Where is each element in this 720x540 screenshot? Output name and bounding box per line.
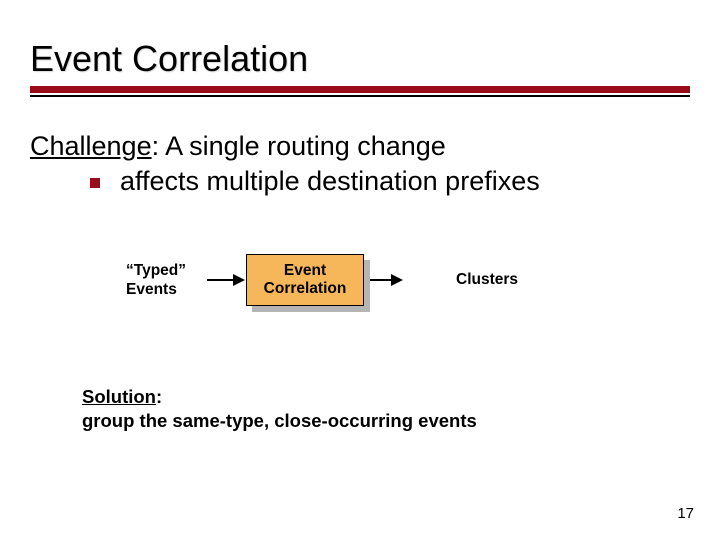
challenge-label: Challenge	[30, 131, 152, 161]
arrow-right-icon	[391, 274, 403, 286]
ec-box-l1: Event	[284, 262, 326, 279]
rule-thick	[30, 86, 690, 93]
slide-title: Event Correlation	[30, 38, 690, 80]
diagram: “Typed” Events Event Correlation	[126, 237, 684, 323]
title-block: Event Correlation	[30, 38, 690, 97]
solution-label: Solution	[82, 386, 156, 407]
typed-events-label: “Typed” Events	[126, 261, 206, 300]
event-correlation-box: Event Correlation	[246, 254, 364, 306]
slide: Event Correlation Challenge: A single ro…	[0, 0, 720, 540]
ec-box-l2: Correlation	[264, 280, 347, 297]
challenge-sub-line: affects multiple destination prefixes	[30, 166, 684, 197]
arrow-right	[364, 274, 404, 286]
arrow-line-icon	[207, 279, 233, 282]
arrow-right-icon	[233, 274, 245, 286]
typed-events-l1: “Typed”	[126, 262, 186, 279]
typed-events-l2: Events	[126, 281, 177, 298]
slide-body: Challenge: A single routing change affec…	[30, 131, 690, 433]
challenge-sub-text: affects multiple destination prefixes	[120, 166, 540, 197]
event-correlation-box-inner: Event Correlation	[246, 254, 364, 306]
challenge-rest: : A single routing change	[152, 131, 446, 161]
clusters-label: Clusters	[456, 271, 518, 289]
challenge-line: Challenge: A single routing change	[30, 131, 684, 162]
rule-thin	[30, 95, 690, 97]
solution-colon: :	[156, 386, 162, 407]
page-number: 17	[677, 505, 694, 522]
arrow-left	[206, 274, 246, 286]
solution-block: Solution: group the same-type, close-occ…	[30, 385, 684, 433]
solution-line2: group the same-type, close-occurring eve…	[82, 410, 477, 431]
square-bullet-icon	[90, 178, 100, 188]
